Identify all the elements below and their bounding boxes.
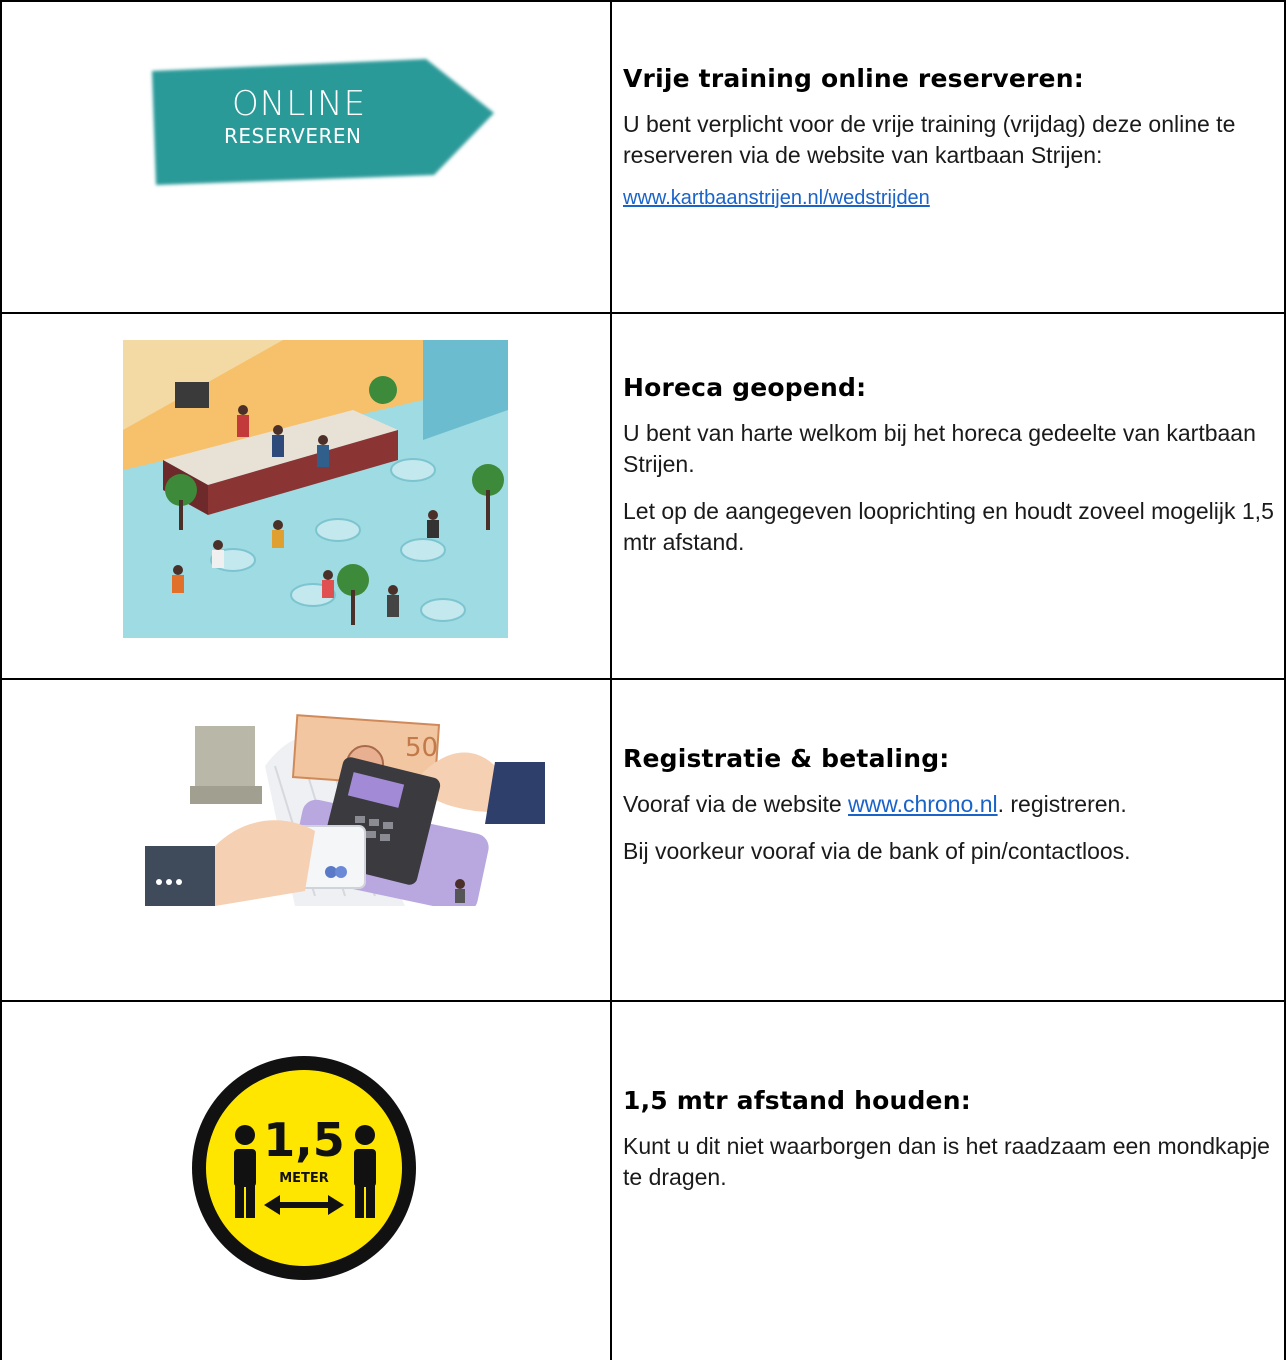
restaurant-illustration-image <box>123 340 508 638</box>
row-afstand-houden: 1,5 METER 1,5 mtr afstand houden: Kunt u… <box>0 1000 1286 1360</box>
online-reserveren-sign-image: ONLINE RESERVEREN <box>148 55 498 200</box>
section-title: Horeca geopend: <box>623 373 867 402</box>
section-paragraph: U bent van harte welkom bij het horeca g… <box>623 420 1256 477</box>
row-registratie-betaling: 50 Registratie & betaling: Vooraf via de… <box>0 678 1286 1000</box>
section-text: Registratie & betaling: Vooraf via de we… <box>623 744 1280 883</box>
text-after-link: . registreren. <box>997 791 1127 817</box>
text-before-link: Vooraf via de website <box>623 791 849 817</box>
section-paragraph: U bent verplicht voor de vrije training … <box>623 111 1236 168</box>
row-online-reserveren: ONLINE RESERVEREN Vrije training online … <box>0 0 1286 312</box>
section-paragraph: Let op de aangegeven looprichting en hou… <box>623 498 1274 555</box>
distance-number: 1,5 <box>263 1113 345 1167</box>
section-title: 1,5 mtr afstand houden: <box>623 1086 971 1115</box>
section-paragraph: Bij voorkeur vooraf via de bank of pin/c… <box>623 838 1131 864</box>
section-paragraph: Vooraf via de website www.chrono.nl. reg… <box>623 789 1280 820</box>
section-text: Vrije training online reserveren: U bent… <box>623 64 1280 210</box>
banknote-value: 50 <box>405 733 438 763</box>
distance-unit: METER <box>279 1171 329 1186</box>
section-title: Registratie & betaling: <box>623 744 950 773</box>
section-title: Vrije training online reserveren: <box>623 64 1084 93</box>
sign-text-line1: ONLINE <box>232 84 366 124</box>
payment-illustration-image: 50 <box>145 706 545 913</box>
sign-text-line2: RESERVEREN <box>224 124 361 148</box>
section-paragraph: Kunt u dit niet waarborgen dan is het ra… <box>623 1133 1270 1190</box>
kartbaan-website-link[interactable]: www.kartbaanstrijen.nl/wedstrijden <box>623 187 930 209</box>
row-horeca: Horeca geopend: U bent van harte welkom … <box>0 312 1286 678</box>
distance-sign-image: 1,5 METER <box>192 1056 416 1280</box>
section-text: Horeca geopend: U bent van harte welkom … <box>623 373 1280 574</box>
chrono-website-link[interactable]: www.chrono.nl <box>848 791 998 817</box>
section-text: 1,5 mtr afstand houden: Kunt u dit niet … <box>623 1086 1280 1209</box>
